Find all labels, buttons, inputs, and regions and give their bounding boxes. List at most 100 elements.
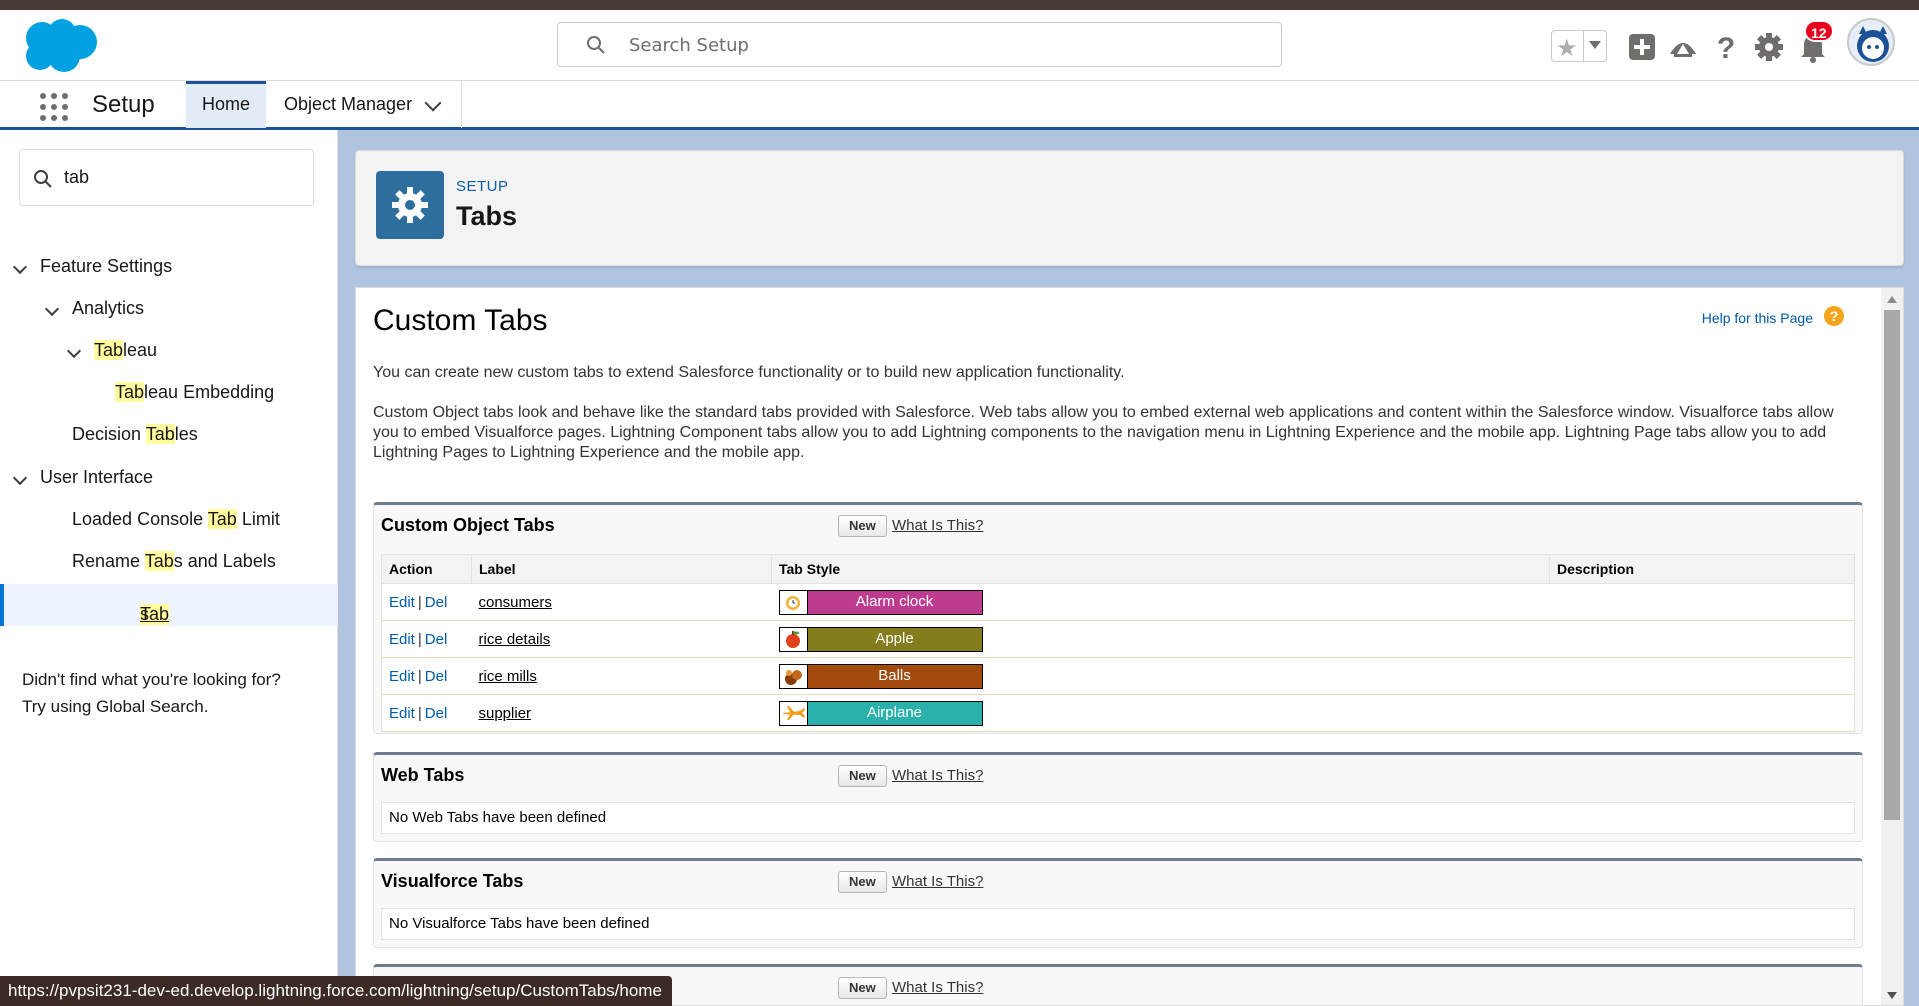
favorites-button[interactable]: ★: [1551, 30, 1607, 62]
section-title: Web Tabs: [381, 765, 465, 785]
new-custom-object-tab-button[interactable]: New: [838, 515, 887, 537]
tab-home-label: Home: [201, 94, 250, 114]
chevron-down-icon[interactable]: [12, 259, 28, 275]
airplane-icon: [779, 701, 808, 725]
edit-link[interactable]: Edit: [389, 668, 415, 685]
delete-link[interactable]: Del: [425, 668, 448, 685]
column-header-action: Action: [381, 554, 472, 584]
not-found-line: Didn't find what you're looking for?: [22, 670, 281, 689]
what-is-this-link[interactable]: What Is This?: [892, 517, 983, 534]
table-row: Edit | Del rice mills Balls: [381, 657, 1855, 695]
tab-style-cell: Airplane: [771, 694, 1550, 732]
column-header-tab-style: Tab Style: [771, 554, 1550, 584]
browser-top-strip: [0, 0, 1919, 10]
chevron-down-icon[interactable]: [66, 343, 82, 359]
sidebar-item-loaded-console-tab-limit[interactable]: Loaded Console Tab Limit: [72, 509, 280, 530]
chevron-down-icon[interactable]: [424, 94, 442, 112]
help-icon[interactable]: ?: [1709, 30, 1743, 64]
favorites-divider: [1583, 31, 1584, 61]
global-create-icon[interactable]: [1625, 30, 1659, 64]
intro-paragraph: You can create new custom tabs to extend…: [373, 364, 1125, 381]
help-question-icon[interactable]: ?: [1824, 306, 1844, 326]
sidebar-item-decision-tables[interactable]: Decision Tables: [72, 424, 198, 445]
edit-link[interactable]: Edit: [389, 631, 415, 648]
search-highlight: Tab: [115, 382, 145, 402]
app-launcher-icon[interactable]: [40, 93, 68, 121]
separator: |: [417, 704, 422, 722]
description-paragraph: Custom Object tabs look and behave like …: [373, 404, 1834, 461]
section-title: Visualforce Tabs: [381, 871, 524, 891]
user-avatar[interactable]: [1847, 18, 1895, 66]
section-title: Custom Object Tabs: [381, 515, 555, 535]
description-cell: [1549, 694, 1855, 732]
tab-style-cell: Apple: [771, 620, 1550, 658]
not-found-message: Didn't find what you're looking for? Try…: [22, 666, 322, 720]
setup-header-icon: [376, 171, 444, 239]
scroll-down-arrow[interactable]: [1887, 992, 1897, 999]
what-is-this-link[interactable]: What Is This?: [892, 873, 983, 890]
tab-label-link[interactable]: consumers: [479, 594, 552, 611]
page-eyebrow: SETUP: [456, 178, 509, 195]
scroll-up-arrow[interactable]: [1887, 296, 1897, 303]
scroll-thumb[interactable]: [1884, 310, 1900, 820]
tab-style-swatch: Balls: [778, 663, 983, 689]
sidebar-item-user-interface[interactable]: User Interface: [40, 467, 153, 488]
sidebar-item-analytics[interactable]: Analytics: [72, 298, 144, 319]
star-icon: ★: [1556, 35, 1578, 62]
sidebar-item-label-rest: s: [140, 604, 149, 624]
tab-object-manager[interactable]: Object Manager: [266, 81, 462, 128]
notification-count-badge: 12: [1804, 20, 1834, 42]
favorites-dropdown-icon[interactable]: [1589, 41, 1601, 49]
table-row: Edit | Del consumers Alarm clock: [381, 583, 1855, 621]
chevron-down-icon[interactable]: [12, 470, 28, 486]
chevron-down-icon[interactable]: [44, 301, 60, 317]
vertical-scrollbar[interactable]: [1881, 288, 1903, 1005]
delete-link[interactable]: Del: [425, 631, 448, 648]
edit-link[interactable]: Edit: [389, 594, 415, 611]
delete-link[interactable]: Del: [425, 705, 448, 722]
sidebar-item-label: leau Embedding: [144, 382, 275, 402]
new-visualforce-tab-button[interactable]: New: [838, 871, 887, 893]
setup-search-box[interactable]: Search Setup: [557, 22, 1282, 67]
search-highlight: Tab: [94, 340, 124, 360]
sidebar-item-label: Feature Settings: [40, 256, 173, 276]
help-for-page-link[interactable]: Help for this Page: [1702, 310, 1813, 326]
app-name: Setup: [92, 91, 155, 118]
sidebar-item-tabs[interactable]: Tab s: [0, 584, 338, 626]
new-tab-button[interactable]: New: [838, 977, 887, 999]
sidebar-item-label: Rename: [72, 551, 145, 571]
label-cell: rice details: [471, 620, 772, 658]
tab-label-link[interactable]: supplier: [479, 705, 532, 722]
sidebar-item-label: leau: [123, 340, 158, 360]
search-icon: [34, 170, 52, 188]
label-cell: supplier: [471, 694, 772, 732]
column-header-description: Description: [1549, 554, 1855, 584]
tab-style-name: Airplane: [807, 701, 982, 725]
sidebar-item-tableau[interactable]: Tableau: [94, 340, 157, 361]
tab-home[interactable]: Home: [186, 81, 266, 128]
sidebar-item-tableau-embedding[interactable]: Tableau Embedding: [115, 382, 274, 403]
custom-tabs-content: Custom Tabs Help for this Page ? You can…: [355, 287, 1904, 1006]
new-web-tab-button[interactable]: New: [838, 765, 887, 787]
tab-label-link[interactable]: rice mills: [479, 668, 537, 685]
global-search-hint: Try using Global Search.: [22, 697, 209, 716]
sidebar-item-label: les: [174, 424, 198, 444]
edit-link[interactable]: Edit: [389, 705, 415, 722]
trailhead-icon[interactable]: [1666, 30, 1700, 64]
sidebar-item-rename-tabs-and-labels[interactable]: Rename Tabs and Labels: [72, 551, 276, 572]
sidebar-item-feature-settings[interactable]: Feature Settings: [40, 256, 172, 277]
quick-find-value: tab: [64, 167, 90, 187]
empty-message: No Visualforce Tabs have been defined: [381, 908, 1855, 940]
description-cell: [1549, 657, 1855, 695]
setup-gear-icon[interactable]: [1752, 30, 1786, 64]
tab-label-link[interactable]: rice details: [479, 631, 551, 648]
what-is-this-link[interactable]: What Is This?: [892, 767, 983, 784]
context-navigation: Setup Home Object Manager: [0, 80, 1919, 130]
delete-link[interactable]: Del: [425, 594, 448, 611]
sidebar-item-label: Decision: [72, 424, 146, 444]
table-row: Edit | Del rice details Apple: [381, 620, 1855, 658]
what-is-this-link[interactable]: What Is This?: [892, 979, 983, 996]
salesforce-logo[interactable]: [20, 18, 100, 74]
quick-find-input[interactable]: tab: [19, 149, 314, 206]
description-cell: [1549, 583, 1855, 621]
